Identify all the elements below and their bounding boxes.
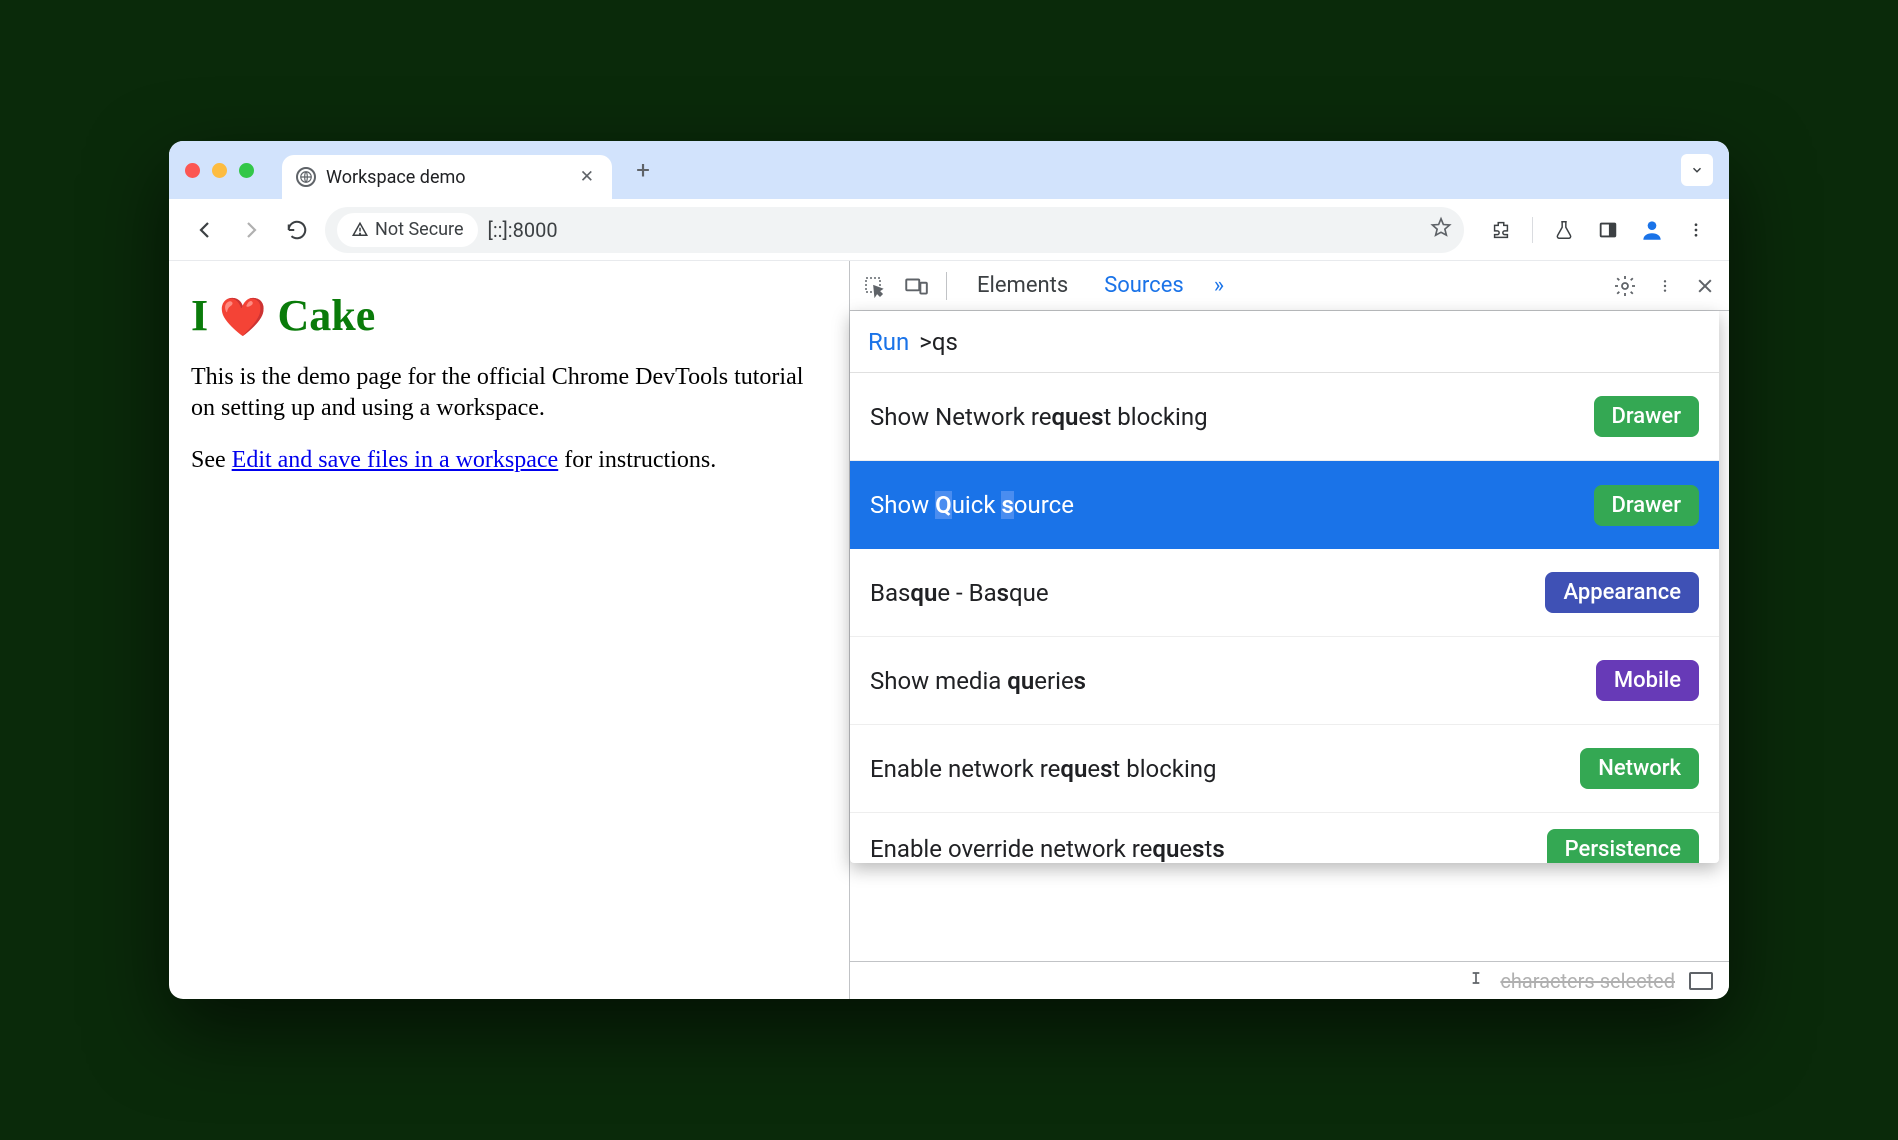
inspect-element-icon[interactable]: [860, 272, 888, 300]
command-item-badge: Persistence: [1547, 829, 1699, 864]
p2-suffix: for instructions.: [558, 447, 716, 473]
heart-icon: ❤️: [219, 297, 266, 339]
command-item-label: Basque - Basque: [870, 579, 1049, 607]
devtools-menu-button[interactable]: [1651, 272, 1679, 300]
command-item-badge: Drawer: [1594, 396, 1700, 437]
tab-title: Workspace demo: [326, 167, 466, 188]
new-tab-button[interactable]: +: [626, 153, 660, 187]
address-toolbar: Not Secure [::]:8000: [169, 199, 1729, 261]
tabs-dropdown-button[interactable]: [1681, 154, 1713, 186]
cursor-position-icon: [1466, 968, 1486, 993]
command-query-text: >qs: [919, 328, 958, 356]
forward-button[interactable]: [233, 212, 269, 248]
command-item-badge: Drawer: [1594, 485, 1700, 526]
devtools-close-button[interactable]: [1691, 272, 1719, 300]
command-menu: Run >qs Show Network request blocking Dra…: [850, 311, 1719, 863]
profile-avatar[interactable]: [1637, 215, 1667, 245]
back-button[interactable]: [187, 212, 223, 248]
tab-elements[interactable]: Elements: [963, 261, 1082, 311]
status-text: characters selected: [1500, 969, 1675, 993]
command-input-row[interactable]: Run >qs: [850, 311, 1719, 373]
command-item[interactable]: Show media queries Mobile: [850, 637, 1719, 725]
globe-icon: [296, 167, 316, 187]
command-item[interactable]: Show Network request blocking Drawer: [850, 373, 1719, 461]
status-panel-icon[interactable]: [1689, 972, 1713, 990]
devtools-status-bar: characters selected: [850, 961, 1729, 999]
command-item-label: Show Network request blocking: [870, 403, 1208, 431]
command-item[interactable]: Enable override network requests Persiste…: [850, 813, 1719, 863]
browser-tab[interactable]: Workspace demo ✕: [282, 155, 612, 199]
omnibox[interactable]: Not Secure [::]:8000: [325, 207, 1464, 253]
command-item[interactable]: Show Quick source Drawer: [850, 461, 1719, 549]
window-zoom-button[interactable]: [239, 163, 254, 178]
tab-sources[interactable]: Sources: [1090, 261, 1198, 311]
window-minimize-button[interactable]: [212, 163, 227, 178]
bookmark-star-icon[interactable]: [1430, 216, 1452, 243]
window-close-button[interactable]: [185, 163, 200, 178]
devtools-tab-separator: [946, 272, 947, 300]
url-text: [::]:8000: [488, 218, 558, 242]
side-panel-icon[interactable]: [1593, 215, 1623, 245]
toolbar-separator: [1532, 217, 1533, 243]
security-label: Not Secure: [375, 219, 464, 240]
command-item-badge: Appearance: [1545, 572, 1699, 613]
command-item-label: Show Quick source: [870, 491, 1074, 519]
browser-window: Workspace demo ✕ + Not Secure [::]:8000: [169, 141, 1729, 999]
devtools-panel: Elements Sources » R: [849, 261, 1729, 999]
extensions-icon[interactable]: [1486, 215, 1516, 245]
labs-icon[interactable]: [1549, 215, 1579, 245]
command-item-label: Show media queries: [870, 667, 1086, 695]
chrome-menu-button[interactable]: [1681, 215, 1711, 245]
webpage-viewport: I ❤️ Cake This is the demo page for the …: [169, 261, 849, 999]
command-item-label: Enable network request blocking: [870, 755, 1217, 783]
command-item[interactable]: Basque - Basque Appearance: [850, 549, 1719, 637]
workspace-tutorial-link[interactable]: Edit and save files in a workspace: [232, 447, 559, 473]
page-paragraph-1: This is the demo page for the official C…: [191, 362, 827, 424]
tab-close-button[interactable]: ✕: [576, 167, 598, 187]
heading-word-cake: Cake: [277, 291, 375, 340]
page-heading: I ❤️ Cake: [191, 287, 827, 344]
settings-gear-icon[interactable]: [1611, 272, 1639, 300]
traffic-lights: [185, 163, 282, 178]
command-item-label: Enable override network requests: [870, 835, 1225, 863]
toolbar-right: [1474, 215, 1711, 245]
devtools-tabbar: Elements Sources »: [850, 261, 1729, 311]
content-area: I ❤️ Cake This is the demo page for the …: [169, 261, 1729, 999]
tab-strip: Workspace demo ✕ +: [169, 141, 1729, 199]
p2-prefix: See: [191, 447, 232, 473]
device-toggle-icon[interactable]: [902, 272, 930, 300]
command-run-label: Run: [868, 328, 909, 356]
command-item[interactable]: Enable network request blocking Network: [850, 725, 1719, 813]
reload-button[interactable]: [279, 212, 315, 248]
command-list: Show Network request blockingDrawerShow …: [850, 373, 1719, 863]
tabs-overflow-button[interactable]: »: [1206, 273, 1232, 298]
command-item-badge: Mobile: [1596, 660, 1699, 701]
page-paragraph-2: See Edit and save files in a workspace f…: [191, 445, 827, 476]
command-item-badge: Network: [1580, 748, 1699, 789]
heading-word-i: I: [191, 291, 208, 340]
security-chip[interactable]: Not Secure: [337, 213, 478, 247]
